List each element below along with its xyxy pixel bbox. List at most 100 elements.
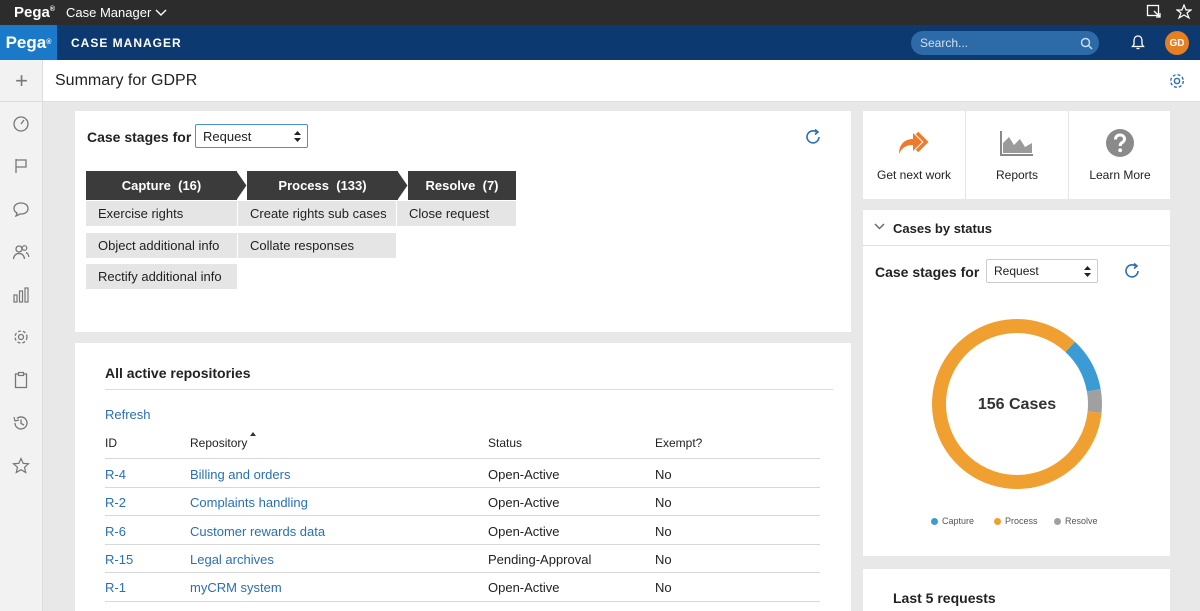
divider bbox=[105, 389, 833, 390]
donut-slice-resolve[interactable] bbox=[1086, 389, 1102, 413]
cases-by-status-header[interactable]: Cases by status bbox=[863, 210, 1170, 246]
case-type-select[interactable]: Request bbox=[195, 124, 308, 148]
refresh-icon[interactable] bbox=[1122, 261, 1142, 284]
star-icon[interactable] bbox=[12, 457, 30, 475]
last-requests-card: Last 5 requests bbox=[863, 569, 1170, 611]
repository-id-link[interactable]: R-15 bbox=[105, 552, 133, 567]
get-next-work-button[interactable]: Get next work bbox=[863, 111, 965, 199]
search-icon[interactable] bbox=[1073, 37, 1099, 50]
stage-name: Resolve bbox=[425, 178, 476, 193]
flag-icon[interactable] bbox=[12, 157, 30, 175]
column-header-exempt[interactable]: Exempt? bbox=[655, 436, 702, 450]
gear-icon[interactable] bbox=[12, 328, 30, 346]
case-stages-label: Case stages for bbox=[87, 129, 192, 145]
help-circle-icon bbox=[1105, 127, 1135, 159]
sort-arrows-icon bbox=[1084, 265, 1091, 277]
history-icon[interactable] bbox=[12, 414, 30, 432]
column-header-id[interactable]: ID bbox=[105, 436, 117, 450]
repositories-title: All active repositories bbox=[105, 365, 251, 381]
search-input[interactable]: Search... bbox=[911, 31, 1099, 55]
page-title-bar: Summary for GDPR bbox=[43, 60, 1200, 102]
divider bbox=[105, 515, 820, 516]
divider bbox=[105, 601, 820, 602]
repository-id-link[interactable]: R-2 bbox=[105, 495, 126, 510]
quick-action-label: Learn More bbox=[1089, 168, 1151, 182]
create-plus-icon[interactable]: + bbox=[0, 60, 43, 102]
legend-item: Resolve bbox=[1054, 516, 1098, 526]
sort-ascending-icon bbox=[250, 432, 256, 436]
search-placeholder: Search... bbox=[920, 36, 969, 50]
refresh-link[interactable]: Refresh bbox=[105, 407, 151, 422]
stage-count: (7) bbox=[482, 178, 499, 193]
cases-by-status-title: Cases by status bbox=[893, 221, 992, 236]
quick-actions-card: Get next work Reports Learn More bbox=[863, 111, 1170, 199]
repository-id-link[interactable]: R-6 bbox=[105, 524, 126, 539]
bell-icon[interactable] bbox=[1130, 34, 1146, 54]
portal-switcher[interactable]: Case Manager bbox=[66, 5, 167, 20]
stage-separator-icon bbox=[398, 171, 408, 200]
settings-gear-icon[interactable] bbox=[1168, 72, 1186, 93]
avatar[interactable]: GD bbox=[1165, 31, 1189, 55]
reports-button[interactable]: Reports bbox=[966, 111, 1068, 199]
stage-step[interactable]: Object additional info bbox=[86, 233, 237, 258]
stage-step[interactable]: Rectify additional info bbox=[86, 264, 237, 289]
chat-icon[interactable] bbox=[12, 200, 30, 218]
clipboard-icon[interactable] bbox=[12, 371, 30, 389]
repository-status: Open-Active bbox=[488, 580, 560, 595]
chevron-down-icon[interactable] bbox=[874, 223, 885, 230]
chevron-down-icon bbox=[155, 9, 167, 16]
inspect-icon[interactable] bbox=[1146, 4, 1162, 20]
column-header-label: Repository bbox=[190, 436, 248, 450]
stage-name: Capture bbox=[121, 178, 171, 193]
left-nav: + bbox=[0, 60, 43, 611]
stage-step[interactable]: Close request bbox=[397, 201, 516, 226]
users-icon[interactable] bbox=[12, 243, 30, 261]
repository-id-link[interactable]: R-4 bbox=[105, 467, 126, 482]
forward-arrows-icon bbox=[897, 127, 931, 159]
repository-status: Open-Active bbox=[488, 495, 560, 510]
repository-name-link[interactable]: myCRM system bbox=[190, 580, 282, 595]
stage-capture-header[interactable]: Capture (16) bbox=[86, 171, 237, 200]
case-type-select[interactable]: Request bbox=[986, 259, 1098, 283]
stage-resolve-header[interactable]: Resolve (7) bbox=[408, 171, 516, 200]
repository-name-link[interactable]: Customer rewards data bbox=[190, 524, 325, 539]
case-type-selected: Request bbox=[203, 128, 252, 144]
legend-item: Capture bbox=[931, 516, 974, 526]
column-header-status[interactable]: Status bbox=[488, 436, 522, 450]
stage-step[interactable]: Exercise rights bbox=[86, 201, 237, 226]
repository-exempt: No bbox=[655, 495, 672, 510]
stage-step[interactable]: Collate responses bbox=[238, 233, 396, 258]
repository-id-link[interactable]: R-1 bbox=[105, 580, 126, 595]
app-name: CASE MANAGER bbox=[71, 35, 182, 50]
repository-exempt: No bbox=[655, 467, 672, 482]
tools-icon[interactable] bbox=[1176, 4, 1192, 20]
dashboard-icon[interactable] bbox=[12, 115, 30, 133]
stage-name: Process bbox=[278, 178, 329, 193]
quick-action-label: Get next work bbox=[876, 168, 952, 182]
system-bar: Pega® Case Manager bbox=[0, 0, 1200, 25]
learn-more-button[interactable]: Learn More bbox=[1069, 111, 1171, 199]
repository-status: Open-Active bbox=[488, 467, 560, 482]
stage-step[interactable]: Create rights sub cases bbox=[238, 201, 396, 226]
legend-dot bbox=[1054, 517, 1061, 525]
column-header-repository[interactable]: Repository bbox=[190, 432, 256, 450]
stage-count: (16) bbox=[178, 178, 202, 193]
pega-logo[interactable]: Pega ® bbox=[0, 25, 57, 60]
repository-name-link[interactable]: Billing and orders bbox=[190, 467, 290, 482]
legend-label: Resolve bbox=[1065, 516, 1098, 526]
divider bbox=[105, 458, 820, 459]
app-header: Pega ® CASE MANAGER Search... GD bbox=[0, 25, 1200, 60]
sort-arrows-icon bbox=[294, 130, 301, 142]
legend-dot bbox=[994, 517, 1001, 525]
repository-name-link[interactable]: Complaints handling bbox=[190, 495, 308, 510]
repositories-card: All active repositories Refresh ID Repos… bbox=[75, 343, 851, 611]
donut-slice-capture[interactable] bbox=[1065, 341, 1101, 392]
bar-chart-icon[interactable] bbox=[12, 286, 30, 304]
legend-dot bbox=[931, 517, 938, 525]
stage-process-header[interactable]: Process (133) bbox=[247, 171, 398, 200]
repository-exempt: No bbox=[655, 552, 672, 567]
divider bbox=[105, 572, 820, 573]
stage-count: (133) bbox=[336, 178, 367, 193]
repository-name-link[interactable]: Legal archives bbox=[190, 552, 274, 567]
refresh-icon[interactable] bbox=[803, 127, 823, 150]
